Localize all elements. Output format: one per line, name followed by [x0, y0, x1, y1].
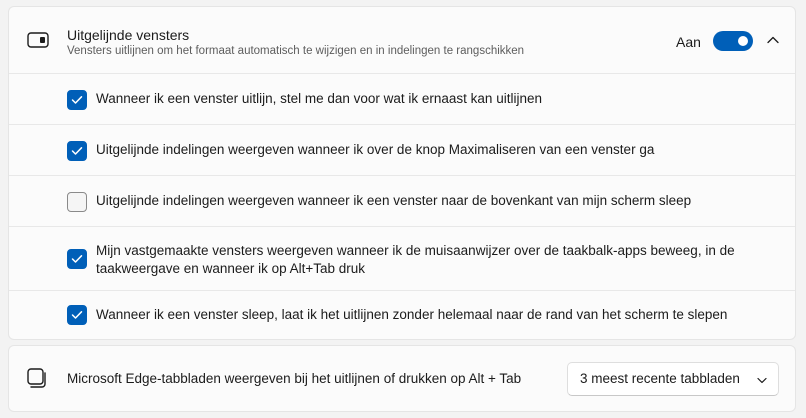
checkbox-checked[interactable] — [67, 90, 87, 110]
snap-windows-card: Uitgelijnde vensters Vensters uitlijnen … — [8, 6, 796, 340]
checkmark-icon — [71, 147, 83, 155]
snap-option-row[interactable]: Wanneer ik een venster uitlijn, stel me … — [9, 74, 795, 125]
edge-tabs-card: Microsoft Edge-tabbladen weergeven bij h… — [8, 345, 796, 412]
snap-option-label: Uitgelijnde indelingen weergeven wanneer… — [96, 142, 655, 157]
checkmark-icon — [71, 311, 83, 319]
edge-tabs-dropdown[interactable]: 3 meest recente tabbladen — [567, 362, 779, 396]
dropdown-selected-value: 3 meest recente tabbladen — [580, 371, 740, 386]
checkbox-checked[interactable] — [67, 305, 87, 325]
checkmark-icon — [71, 96, 83, 104]
snap-windows-header[interactable]: Uitgelijnde vensters Vensters uitlijnen … — [9, 7, 795, 74]
snap-option-label: Mijn vastgemaakte vensters weergeven wan… — [96, 243, 735, 276]
snap-windows-description: Vensters uitlijnen om het formaat automa… — [67, 45, 525, 57]
snap-windows-title: Uitgelijnde vensters — [67, 27, 190, 43]
toggle-state-label: Aan — [676, 34, 701, 50]
chevron-down-icon — [757, 377, 767, 384]
chevron-up-icon[interactable] — [766, 33, 780, 47]
snap-option-row[interactable]: Uitgelijnde indelingen weergeven wanneer… — [9, 176, 795, 227]
checkbox-unchecked[interactable] — [67, 192, 87, 212]
snap-option-row[interactable]: Uitgelijnde indelingen weergeven wanneer… — [9, 125, 795, 176]
snap-windows-toggle[interactable] — [713, 31, 753, 51]
stacked-windows-icon — [27, 368, 46, 388]
toggle-knob — [738, 36, 748, 46]
snap-layout-icon — [27, 32, 49, 48]
checkmark-icon — [71, 255, 83, 263]
snap-option-row[interactable]: Mijn vastgemaakte vensters weergeven wan… — [9, 227, 795, 291]
checkbox-checked[interactable] — [67, 141, 87, 161]
snap-option-row[interactable]: Wanneer ik een venster sleep, laat ik he… — [9, 291, 795, 339]
snap-option-label: Uitgelijnde indelingen weergeven wanneer… — [96, 193, 692, 208]
edge-tabs-label: Microsoft Edge-tabbladen weergeven bij h… — [67, 371, 522, 386]
snap-option-label: Wanneer ik een venster sleep, laat ik he… — [96, 307, 728, 322]
checkbox-checked[interactable] — [67, 249, 87, 269]
snap-option-label: Wanneer ik een venster uitlijn, stel me … — [96, 91, 542, 106]
